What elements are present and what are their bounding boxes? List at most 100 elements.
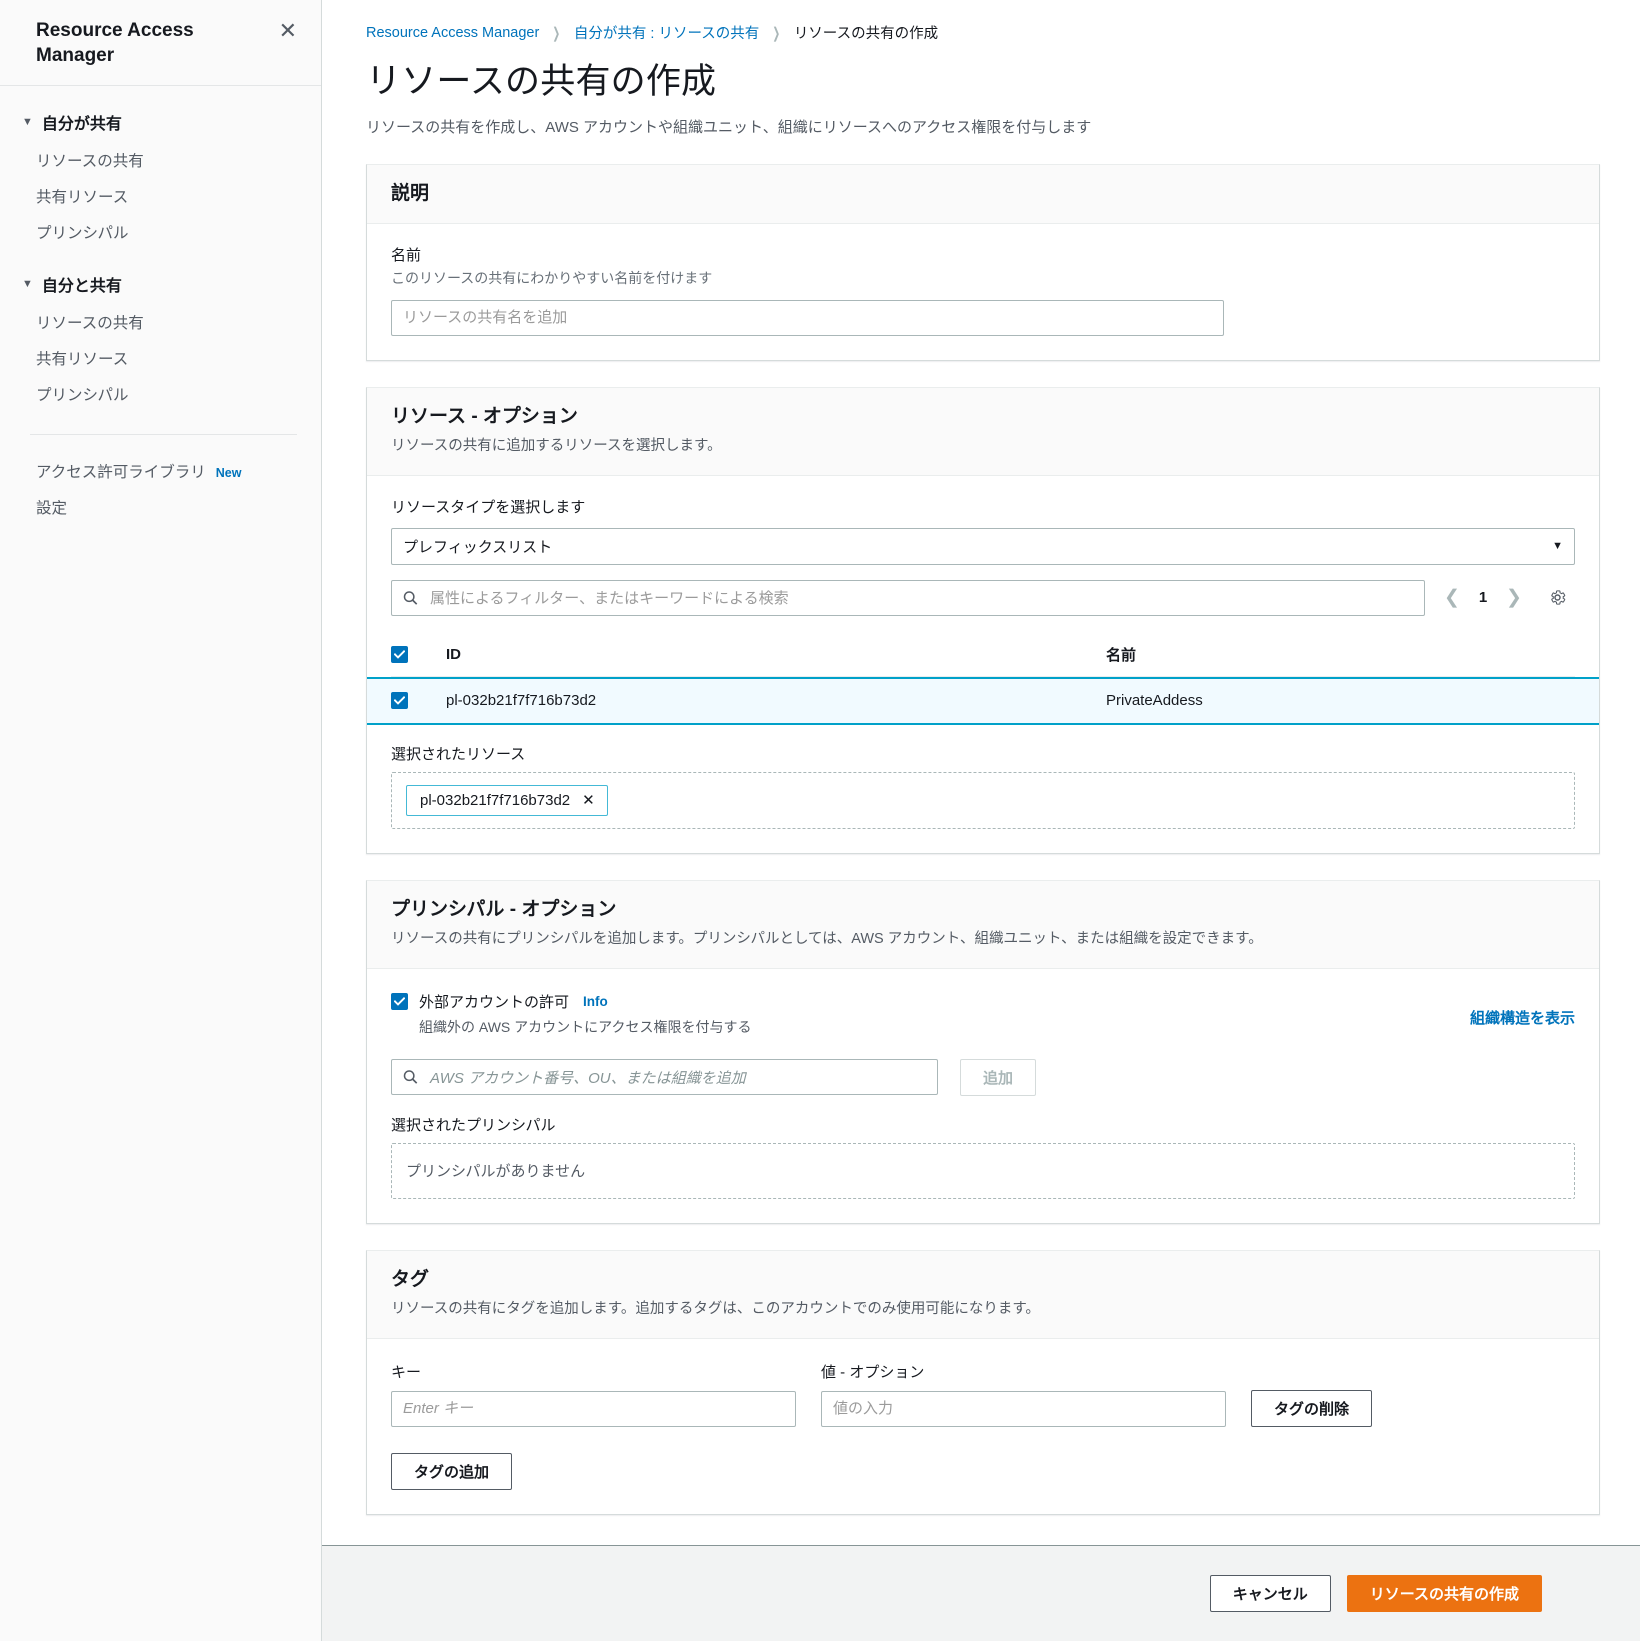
sidebar-item-shared-resources-by-me[interactable]: 共有リソース (0, 178, 321, 214)
cell-resource-id: pl-032b21f7f716b73d2 (446, 691, 597, 709)
add-principal-button[interactable]: 追加 (960, 1058, 1037, 1096)
principal-add-row: AWS アカウント番号、OU、または組織を追加 追加 (391, 1058, 1575, 1096)
name-field-label: 名前 (391, 246, 422, 264)
description-card: 説明 名前 このリソースの共有にわかりやすい名前を付けます (366, 164, 1600, 361)
chevron-down-icon: ▼ (22, 115, 33, 128)
principals-card-body: 外部アカウントの許可 Info 組織外の AWS アカウントにアクセス権限を付与… (367, 969, 1599, 1223)
tag-key-label: キー (391, 1363, 422, 1381)
resources-card-body: リソースタイプを選択します プレフィックスリスト ▼ 属性によるフィルター、また… (367, 476, 1599, 853)
close-icon[interactable]: ✕ (275, 18, 301, 44)
allow-external-row: 外部アカウントの許可 Info 組織外の AWS アカウントにアクセス権限を付与… (391, 991, 1575, 1037)
tags-card-title: タグ (391, 1268, 430, 1290)
chevron-down-icon: ▼ (22, 277, 33, 290)
breadcrumb-item-ram[interactable]: Resource Access Manager (366, 25, 539, 41)
create-resource-share-button[interactable]: リソースの共有の作成 (1346, 1575, 1542, 1612)
column-header-name[interactable]: 名前 (1106, 644, 1575, 665)
sidebar-nav: ▼ 自分が共有 リソースの共有 共有リソース プリンシパル ▼ 自分と共有 リソ… (0, 86, 321, 525)
principals-card-title: プリンシパル - オプション (391, 898, 617, 920)
show-org-structure-link[interactable]: 組織構造を表示 (1470, 1007, 1575, 1028)
cancel-button[interactable]: キャンセル (1209, 1575, 1331, 1612)
breadcrumb: Resource Access Manager ❯ 自分が共有 : リソースの共… (366, 22, 1600, 43)
column-header-id[interactable]: ID (446, 646, 1106, 663)
chevron-right-icon: ❯ (552, 24, 561, 42)
resources-card-title: リソース - オプション (391, 405, 578, 427)
sidebar-header: Resource Access Manager ✕ (0, 0, 321, 86)
resource-search-input[interactable]: 属性によるフィルター、またはキーワードによる検索 (391, 579, 1425, 616)
sidebar-group-label: 自分が共有 (41, 116, 122, 133)
principal-search-placeholder: AWS アカウント番号、OU、または組織を追加 (430, 1069, 746, 1087)
tags-card-body: キー 値 - オプション タグの削除 タグの追加 (367, 1339, 1599, 1514)
tag-key-input[interactable] (391, 1390, 796, 1427)
resources-card: リソース - オプション リソースの共有に追加するリソースを選択します。 リソー… (366, 386, 1600, 854)
allow-external-checkbox-group: 外部アカウントの許可 Info 組織外の AWS アカウントにアクセス権限を付与… (391, 991, 751, 1037)
share-name-input[interactable] (391, 299, 1224, 336)
description-card-header: 説明 (367, 165, 1599, 224)
chevron-left-icon[interactable]: ❮ (1435, 581, 1469, 615)
row-checkbox[interactable] (391, 691, 408, 709)
resources-table: ID 名前 pl-032b21f7f716b73d2 PrivateAddess (367, 634, 1599, 725)
table-pagination: ❮ 1 ❯ (1435, 581, 1531, 615)
tag-value-label: 値 - オプション (821, 1363, 925, 1381)
chevron-right-icon: ❯ (772, 24, 781, 42)
resources-card-description: リソースの共有に追加するリソースを選択します。 (391, 438, 722, 455)
resource-filter-row: 属性によるフィルター、またはキーワードによる検索 ❮ 1 ❯ (391, 579, 1575, 616)
sidebar-group-shared-by-me[interactable]: ▼ 自分が共有 (0, 102, 321, 142)
search-icon (403, 1070, 418, 1085)
sidebar-divider (30, 434, 297, 435)
main-content: Resource Access Manager ❯ 自分が共有 : リソースの共… (322, 0, 1640, 1641)
sidebar-item-shared-resources-with-me[interactable]: 共有リソース (0, 340, 321, 376)
new-badge: New (215, 466, 242, 480)
selected-resource-token-label: pl-032b21f7f716b73d2 (420, 791, 571, 809)
add-tag-button[interactable]: タグの追加 (391, 1452, 513, 1490)
selected-resource-token[interactable]: pl-032b21f7f716b73d2 ✕ (406, 784, 608, 816)
selected-principals-zone: プリンシパルがありません (391, 1142, 1575, 1199)
select-all-cell (391, 645, 446, 663)
principals-card-description: リソースの共有にプリンシパルを追加します。プリンシパルとしては、AWS アカウン… (391, 931, 1263, 948)
sidebar-title: Resource Access Manager (36, 20, 194, 67)
tag-key-column: キー (391, 1361, 796, 1427)
sidebar-group-shared-with-me[interactable]: ▼ 自分と共有 (0, 264, 321, 304)
tags-card-description: リソースの共有にタグを追加します。追加するタグは、このアカウントでのみ使用可能に… (391, 1301, 1040, 1318)
remove-tag-button[interactable]: タグの削除 (1251, 1389, 1373, 1427)
name-field-hint: このリソースの共有にわかりやすい名前を付けます (391, 269, 713, 286)
allow-external-checkbox[interactable] (391, 992, 408, 1010)
principal-search-input[interactable]: AWS アカウント番号、OU、または組織を追加 (391, 1059, 938, 1096)
resource-type-selected-value: プレフィックスリスト (403, 538, 553, 556)
table-row[interactable]: pl-032b21f7f716b73d2 PrivateAddess (367, 676, 1599, 725)
tags-card: タグ リソースの共有にタグを追加します。追加するタグは、このアカウントでのみ使用… (366, 1249, 1600, 1515)
allow-external-label-wrap: 外部アカウントの許可 Info (419, 991, 751, 1012)
breadcrumb-item-shared-by-me[interactable]: 自分が共有 : リソースの共有 (574, 22, 759, 43)
sidebar-item-permission-library[interactable]: アクセス許可ライブラリ New (0, 453, 321, 489)
info-link[interactable]: Info (583, 994, 608, 1009)
sidebar: Resource Access Manager ✕ ▼ 自分が共有 リソースの共… (0, 0, 322, 1641)
allow-external-hint: 組織外の AWS アカウントにアクセス権限を付与する (419, 1018, 752, 1035)
close-icon[interactable]: ✕ (582, 793, 595, 808)
chevron-right-icon[interactable]: ❯ (1497, 581, 1531, 615)
selected-resources-zone: pl-032b21f7f716b73d2 ✕ (391, 771, 1575, 829)
app-root: Resource Access Manager ✕ ▼ 自分が共有 リソースの共… (0, 0, 1640, 1641)
tags-card-header: タグ リソースの共有にタグを追加します。追加するタグは、このアカウントでのみ使用… (367, 1250, 1599, 1339)
selected-principals-label: 選択されたプリンシパル (391, 1116, 556, 1134)
sidebar-item-resource-shares-by-me[interactable]: リソースの共有 (0, 142, 321, 178)
sidebar-item-settings[interactable]: 設定 (0, 489, 321, 525)
resource-type-label: リソースタイプを選択します (391, 498, 586, 516)
resources-card-header: リソース - オプション リソースの共有に追加するリソースを選択します。 (367, 387, 1599, 476)
sidebar-item-principals-by-me[interactable]: プリンシパル (0, 214, 321, 250)
tag-row: キー 値 - オプション タグの削除 (391, 1361, 1575, 1427)
pagination-page-number[interactable]: 1 (1469, 589, 1497, 606)
tag-value-input[interactable] (821, 1390, 1226, 1427)
sidebar-item-label: 設定 (36, 500, 68, 517)
select-all-checkbox[interactable] (391, 645, 408, 663)
page-subtitle: リソースの共有を作成し、AWS アカウントや組織ユニット、組織にリソースへのアク… (366, 119, 1092, 136)
cell-resource-name: PrivateAddess (1106, 691, 1203, 709)
row-select-cell (391, 691, 446, 709)
breadcrumb-item-current: リソースの共有の作成 (793, 26, 939, 42)
tag-value-column: 値 - オプション (821, 1361, 1226, 1427)
sidebar-item-resource-shares-with-me[interactable]: リソースの共有 (0, 304, 321, 340)
allow-external-label: 外部アカウントの許可 (419, 993, 570, 1011)
gear-icon[interactable] (1539, 581, 1575, 615)
no-principals-message: プリンシパルがありません (406, 1163, 586, 1181)
form-actions-footer: キャンセル リソースの共有の作成 (322, 1545, 1640, 1641)
sidebar-item-principals-with-me[interactable]: プリンシパル (0, 376, 321, 412)
resource-type-select[interactable]: プレフィックスリスト (391, 527, 1575, 565)
